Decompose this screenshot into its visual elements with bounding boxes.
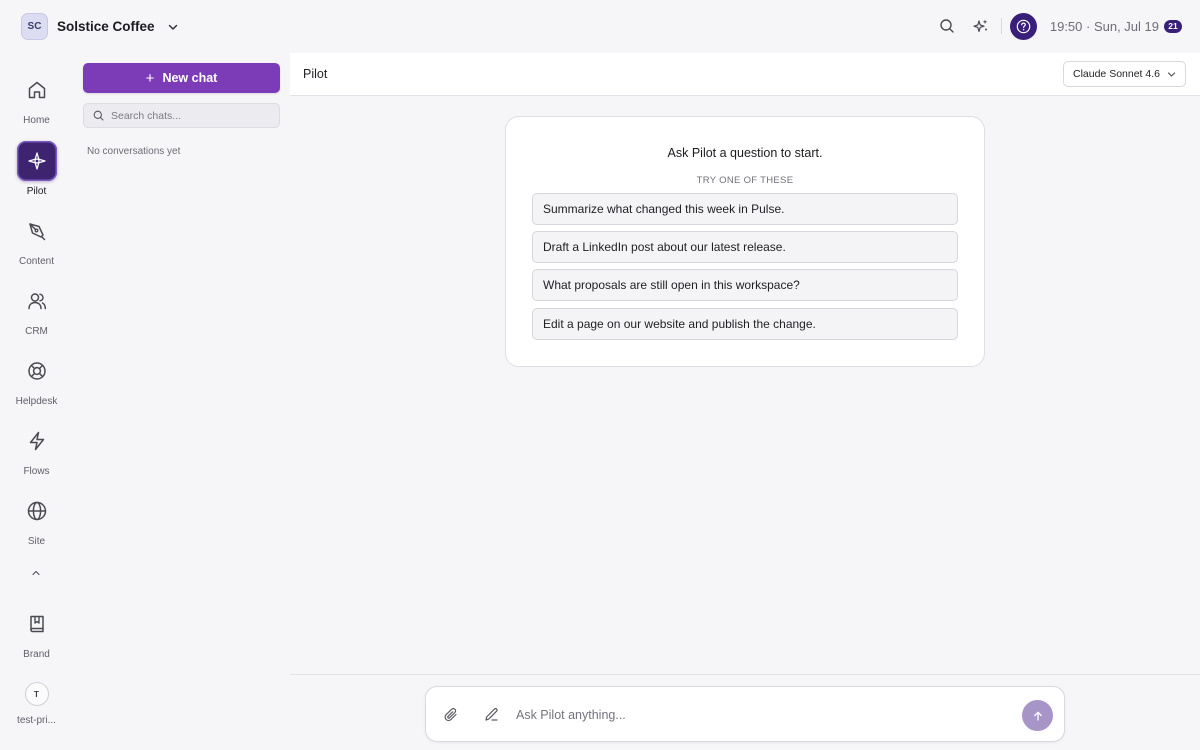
nav-item-label: Brand: [23, 649, 50, 660]
pen-nib-icon: [17, 211, 57, 251]
suggestion-button[interactable]: What proposals are still open in this wo…: [532, 269, 958, 301]
clock: 19:50 · Sun, Jul 19: [1049, 18, 1159, 34]
avatar: T: [24, 682, 49, 706]
nav-item-helpdesk[interactable]: Helpdesk: [0, 351, 73, 407]
nav-item-label: CRM: [25, 326, 48, 337]
search-chats-input[interactable]: [111, 109, 271, 122]
nav-item-label: Helpdesk: [15, 396, 58, 407]
message-input[interactable]: [516, 705, 1006, 725]
arrow-up-icon: [1032, 710, 1044, 722]
lifebuoy-icon: [17, 351, 57, 391]
notification-badge[interactable]: 21: [1164, 19, 1182, 33]
pencil-icon[interactable]: [484, 707, 499, 722]
nav-item-crm[interactable]: CRM: [0, 281, 73, 337]
new-chat-label: New chat: [162, 71, 218, 85]
sparkles-icon[interactable]: [967, 12, 995, 40]
model-selector[interactable]: Claude Sonnet 4.6: [1063, 61, 1186, 87]
chat-list-panel: + New chat No conversations yet: [83, 63, 280, 157]
suggestion-button[interactable]: Summarize what changed this week in Puls…: [532, 193, 958, 225]
starter-card: Ask Pilot a question to start. TRY ONE O…: [505, 116, 985, 367]
chat-area: Ask Pilot a question to start. TRY ONE O…: [290, 96, 1200, 674]
home-icon: [17, 70, 57, 110]
book-icon: [17, 604, 57, 644]
top-bar: SC Solstice Coffee 19:50 · Sun, Jul 19 2…: [0, 0, 1200, 53]
new-chat-button[interactable]: + New chat: [83, 63, 280, 93]
nav-item-label: Home: [23, 115, 50, 126]
nav-item-content[interactable]: Content: [0, 211, 73, 267]
empty-conversations-text: No conversations yet: [87, 146, 181, 157]
nav-item-label: Pilot: [26, 186, 47, 197]
starter-title: Ask Pilot a question to start.: [667, 146, 823, 160]
users-icon: [17, 281, 57, 321]
nav-item-label: Flows: [23, 466, 50, 477]
pilot-icon: [16, 141, 57, 181]
nav-rail: Home Pilot Content CRM Helpdesk Flows Si…: [0, 53, 73, 750]
nav-item-label: Content: [18, 256, 55, 267]
search-icon: [93, 110, 104, 121]
divider: [1000, 18, 1002, 34]
help-icon[interactable]: [1009, 12, 1037, 40]
workspace-switcher[interactable]: SC Solstice Coffee: [21, 13, 179, 40]
paperclip-icon[interactable]: [444, 707, 459, 723]
globe-icon: [17, 491, 57, 531]
lightning-icon: [17, 421, 57, 461]
search-icon[interactable]: [933, 12, 961, 40]
suggestion-button[interactable]: Draft a LinkedIn post about our latest r…: [532, 231, 958, 263]
model-selector-value: Claude Sonnet 4.6: [1073, 68, 1160, 80]
suggestion-button[interactable]: Edit a page on our website and publish t…: [532, 308, 958, 340]
workspace-avatar: SC: [21, 13, 48, 40]
user-menu[interactable]: T test-pri...: [0, 682, 73, 726]
nav-item-label: Site: [27, 536, 46, 547]
nav-item-site[interactable]: Site: [0, 491, 73, 547]
chevron-down-icon: [167, 21, 179, 33]
chevron-down-icon: [1167, 70, 1176, 79]
search-chats-field[interactable]: [83, 103, 280, 128]
plus-icon: +: [145, 69, 155, 87]
nav-item-home[interactable]: Home: [0, 70, 73, 126]
suggestions-heading: TRY ONE OF THESE: [696, 175, 794, 186]
nav-item-pilot[interactable]: Pilot: [0, 141, 73, 197]
nav-item-brand[interactable]: Brand: [0, 604, 73, 660]
composer: [425, 686, 1065, 742]
chevron-up-icon[interactable]: [26, 565, 46, 581]
top-right-controls: 19:50 · Sun, Jul 19 21: [933, 12, 1182, 40]
workspace-name: Solstice Coffee: [57, 19, 155, 34]
page-title: Pilot: [303, 67, 328, 81]
nav-item-flows[interactable]: Flows: [0, 421, 73, 477]
user-label: test-pri...: [17, 715, 56, 726]
send-button[interactable]: [1022, 700, 1053, 731]
main-header: Pilot Claude Sonnet 4.6: [290, 53, 1200, 96]
composer-area: [290, 674, 1200, 750]
